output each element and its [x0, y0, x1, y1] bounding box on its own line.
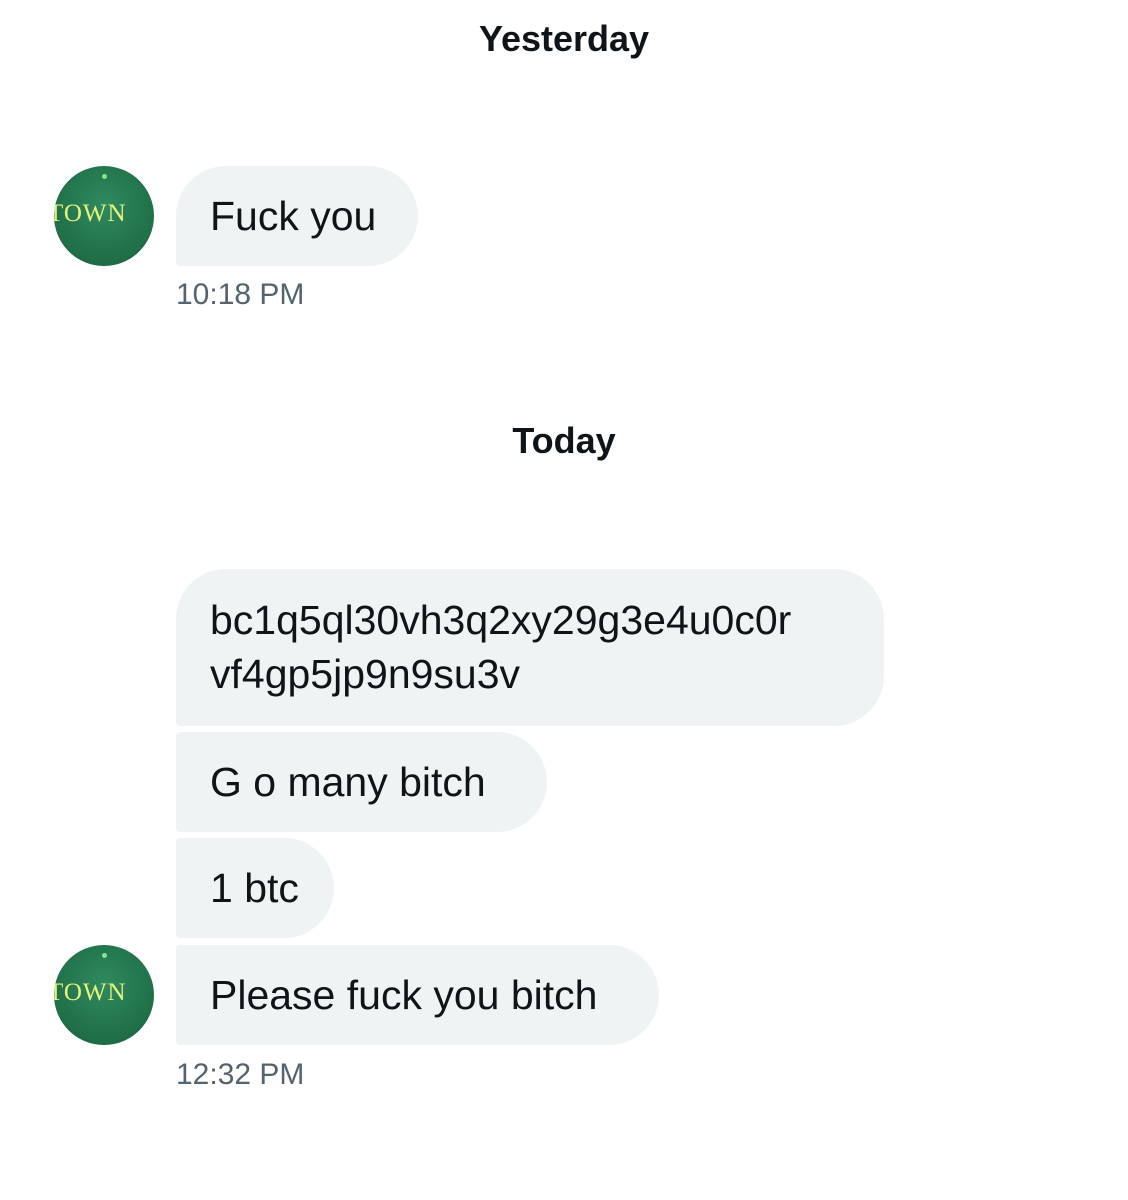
message-bubble[interactable]: G o many bitch	[176, 732, 547, 832]
message-bubble[interactable]: 1 btc	[176, 838, 334, 938]
day-divider-yesterday: Yesterday	[478, 18, 650, 59]
message-bubble[interactable]: bc1q5ql30vh3q2xy29g3e4u0c0r vf4gp5jp9n9s…	[176, 569, 884, 726]
sender-avatar[interactable]: TOWN	[54, 166, 154, 266]
message-text: Please fuck you bitch	[210, 972, 598, 1018]
message-text-line-2: vf4gp5jp9n9su3v	[210, 651, 521, 697]
avatar-dot-icon	[102, 953, 107, 958]
message-text-line-1: bc1q5ql30vh3q2xy29g3e4u0c0r	[210, 597, 792, 643]
day-divider-today: Today	[512, 420, 616, 461]
message-text: G o many bitch	[210, 759, 486, 805]
sender-avatar[interactable]: TOWN	[54, 945, 154, 1045]
message-timestamp: 10:18 PM	[176, 278, 305, 311]
message-timestamp: 12:32 PM	[176, 1058, 305, 1091]
message-text: 1 btc	[210, 865, 299, 911]
message-text: Fuck you	[210, 193, 377, 239]
message-bubble[interactable]: Fuck you	[176, 166, 418, 266]
avatar-dot-icon	[102, 174, 107, 179]
avatar-logo-text: TOWN	[54, 200, 127, 227]
message-bubble[interactable]: Please fuck you bitch	[176, 945, 659, 1045]
avatar-logo-text: TOWN	[54, 979, 127, 1006]
